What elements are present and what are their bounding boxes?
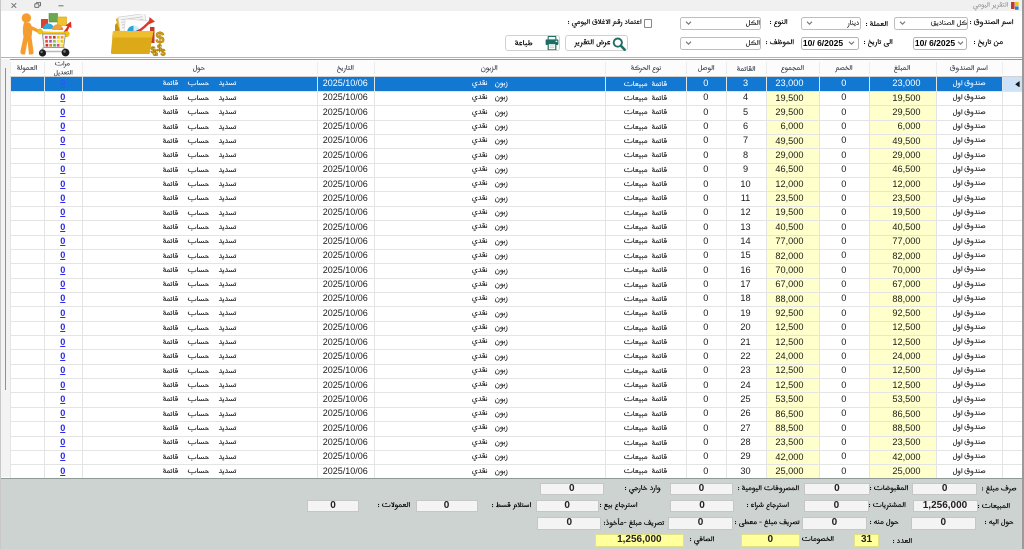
svg-text:$: $	[153, 48, 158, 56]
svg-text:$: $	[160, 48, 165, 57]
